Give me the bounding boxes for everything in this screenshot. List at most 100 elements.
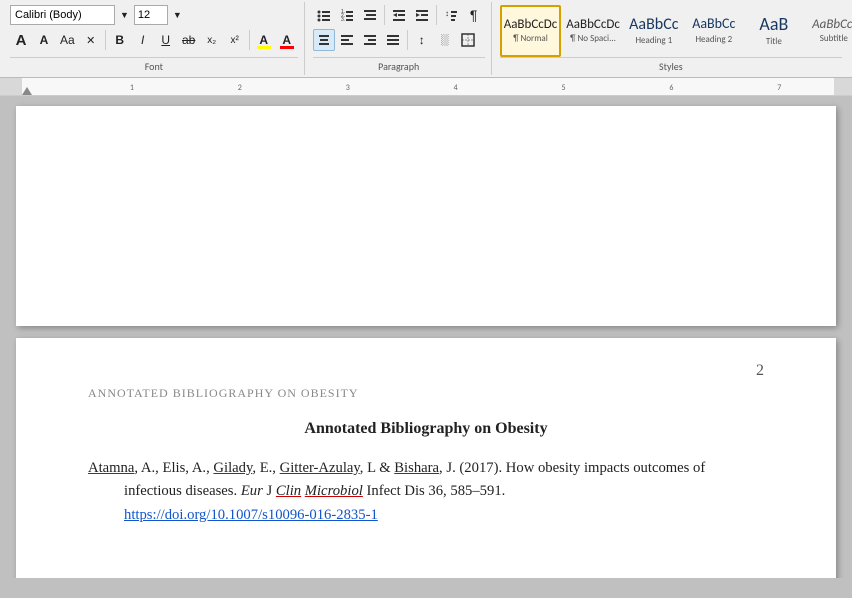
page-1 [16, 106, 836, 326]
font-name-input[interactable] [10, 5, 115, 25]
style-normal[interactable]: AaBbCcDc ¶ Normal [500, 5, 562, 57]
style-h1-preview: AaBbCc [629, 15, 678, 34]
clear-formatting-button[interactable]: ✕ [80, 29, 102, 51]
align-right-button[interactable] [359, 29, 381, 51]
svg-text:↕: ↕ [445, 9, 449, 18]
line-spacing-button[interactable]: ↕ [411, 29, 433, 51]
font-name-dropdown-icon[interactable]: ▼ [116, 4, 133, 26]
styles-section: AaBbCcDc ¶ Normal AaBbCcDc ¶ No Spaci...… [494, 2, 848, 75]
ref-journal-clin: Clin [276, 483, 301, 499]
style-nospace-preview: AaBbCcDc [566, 17, 620, 33]
page-number: 2 [756, 362, 764, 380]
style-normal-label: ¶ Normal [513, 33, 548, 44]
font-shrink-button[interactable]: A [33, 29, 55, 51]
paragraph-section: 1.2.3. ↕ ¶ [307, 2, 492, 75]
font-grow-button[interactable]: A [10, 29, 32, 51]
ruler-tick-6: 6 [669, 83, 673, 93]
page-2: ANNOTATED BIBLIOGRAPHY ON OBESITY 2 Anno… [16, 338, 836, 578]
bullets-icon [317, 8, 331, 22]
align-center-icon [317, 33, 331, 47]
sep3 [384, 5, 385, 25]
justify-icon [386, 33, 400, 47]
sep5 [407, 30, 408, 50]
decrease-indent-button[interactable] [388, 4, 410, 26]
ruler-tick-1: 1 [130, 83, 134, 93]
ref-journal-microbiol: Microbiol [305, 483, 363, 499]
page-content: Annotated Bibliography on Obesity Atamna… [88, 417, 764, 527]
justify-button[interactable] [382, 29, 404, 51]
sort-button[interactable]: ↕ [440, 4, 462, 26]
italic-button[interactable]: I [132, 29, 154, 51]
shading-button[interactable]: ░ [434, 29, 456, 51]
style-title-preview: AaB [759, 14, 788, 36]
style-subtitle-label: Subtitle [820, 33, 848, 44]
sep4 [436, 5, 437, 25]
subscript-button[interactable]: x₂ [201, 29, 223, 51]
highlight-a-label: A [259, 33, 268, 47]
style-h1-label: Heading 1 [635, 35, 672, 46]
increase-indent-button[interactable] [411, 4, 433, 26]
text-highlight-button[interactable]: A [253, 29, 275, 51]
bold-button[interactable]: B [109, 29, 131, 51]
font-color-bar [280, 46, 294, 49]
style-title[interactable]: AaB Title [745, 5, 803, 57]
style-subtitle[interactable]: AaBbCc. Subtitle [805, 5, 852, 57]
style-heading1[interactable]: AaBbCc Heading 1 [625, 5, 683, 57]
ref-author-atamna: Atamna [88, 460, 134, 476]
underline-button[interactable]: U [155, 29, 177, 51]
style-no-spacing[interactable]: AaBbCcDc ¶ No Spaci... [563, 5, 623, 57]
ruler-left-margin [0, 78, 22, 95]
multilevel-list-button[interactable] [359, 4, 381, 26]
change-case-button[interactable]: Aa [56, 29, 79, 51]
align-left-icon [340, 33, 354, 47]
document-title: Annotated Bibliography on Obesity [88, 417, 764, 441]
document-area[interactable]: ANNOTATED BIBLIOGRAPHY ON OBESITY 2 Anno… [0, 96, 852, 578]
align-left-button[interactable] [336, 29, 358, 51]
ruler-tick-3: 3 [346, 83, 350, 93]
style-subtitle-preview: AaBbCc. [812, 17, 852, 33]
ruler: 1 2 3 4 5 6 7 [0, 78, 852, 96]
style-title-label: Title [766, 36, 782, 47]
superscript-button[interactable]: x² [224, 29, 246, 51]
style-heading2[interactable]: AaBbCc Heading 2 [685, 5, 743, 57]
ruler-tick-2: 2 [238, 83, 242, 93]
toolbar: ▼ ▼ A A Aa ✕ B I U ab x₂ x² A A [0, 0, 852, 78]
font-section: ▼ ▼ A A Aa ✕ B I U ab x₂ x² A A [4, 2, 305, 75]
strikethrough-button[interactable]: ab [178, 29, 200, 51]
numbering-button[interactable]: 1.2.3. [336, 4, 358, 26]
font-color-button[interactable]: A [276, 29, 298, 51]
style-nospace-label: ¶ No Spaci... [570, 33, 616, 44]
style-normal-preview: AaBbCcDc [504, 17, 558, 33]
borders-button[interactable] [457, 29, 479, 51]
styles-gallery: AaBbCcDc ¶ Normal AaBbCcDc ¶ No Spaci...… [500, 4, 852, 57]
font-size-dropdown-icon[interactable]: ▼ [169, 4, 186, 26]
align-right-icon [363, 33, 377, 47]
increase-indent-icon [415, 8, 429, 22]
separator1 [105, 30, 106, 50]
style-h2-preview: AaBbCc [692, 16, 735, 33]
ref-author-gitter: Gitter-Azulay [280, 460, 360, 476]
page-header: ANNOTATED BIBLIOGRAPHY ON OBESITY [88, 386, 764, 401]
paragraph-section-label: Paragraph [313, 57, 485, 73]
ruler-tick-4: 4 [454, 83, 458, 93]
ruler-tick-7: 7 [777, 83, 781, 93]
reference-entry-1: Atamna, A., Elis, A., Gilady, E., Gitter… [88, 457, 764, 527]
sort-icon: ↕ [444, 8, 458, 22]
align-center-button[interactable] [313, 29, 335, 51]
ref-author-gilady: Gilady [213, 460, 252, 476]
font-color-a-label: A [282, 33, 291, 47]
font-size-input[interactable] [134, 5, 168, 25]
ruler-white-area[interactable]: 1 2 3 4 5 6 7 [22, 78, 852, 95]
bullets-button[interactable] [313, 4, 335, 26]
ruler-left-tab-marker[interactable] [22, 85, 32, 95]
doi-link[interactable]: https://doi.org/10.1007/s10096-016-2835-… [124, 507, 378, 523]
multilevel-icon [363, 8, 377, 22]
decrease-indent-icon [392, 8, 406, 22]
show-formatting-button[interactable]: ¶ [463, 4, 485, 26]
separator2 [249, 30, 250, 50]
ref-journal-eur: Eur [241, 483, 263, 499]
highlight-color-bar [257, 46, 271, 49]
numbering-icon: 1.2.3. [340, 8, 354, 22]
svg-text:3.: 3. [341, 17, 345, 22]
borders-icon [461, 33, 475, 47]
